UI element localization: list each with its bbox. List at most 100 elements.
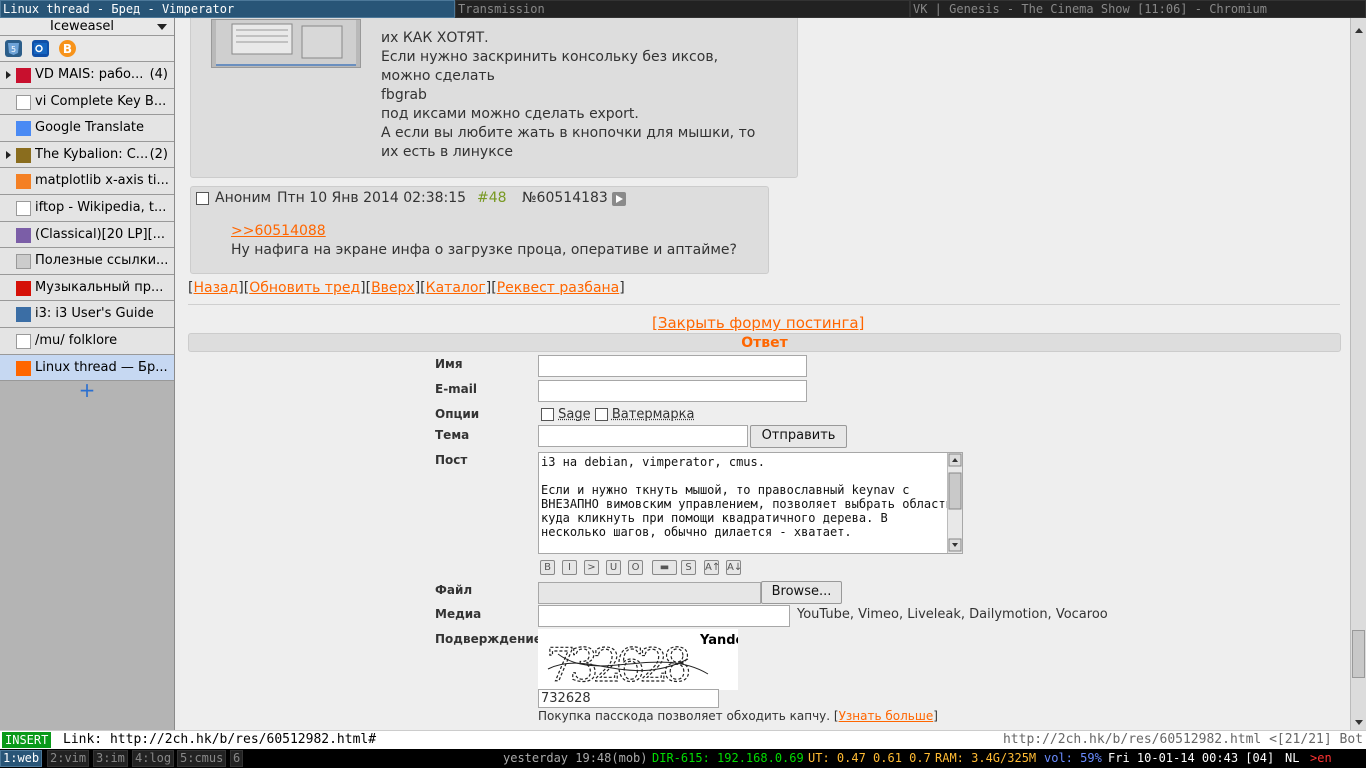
nav-up-link[interactable]: Вверх bbox=[371, 280, 415, 296]
options-row: Sage Ватермарка bbox=[541, 407, 694, 422]
email-input[interactable] bbox=[538, 380, 807, 402]
sidebar-tab-label: Google Translate bbox=[35, 120, 145, 136]
markup-button[interactable]: S bbox=[681, 560, 696, 575]
post-play-icon[interactable] bbox=[612, 192, 626, 206]
nav-request-link[interactable]: Реквест разбана bbox=[497, 280, 620, 296]
window-tab-transmission[interactable]: Transmission bbox=[455, 0, 910, 18]
sidebar-tab[interactable]: Linux thread — Бр... bbox=[0, 354, 174, 382]
command-line[interactable]: Link: http://2ch.hk/b/res/60512982.html# bbox=[63, 731, 376, 749]
passcode-bracket: ] bbox=[933, 709, 938, 723]
new-tab-plus-icon[interactable]: + bbox=[0, 380, 174, 401]
sidebar-toolbar: 5 B bbox=[0, 36, 174, 62]
markup-button[interactable]: A↓ bbox=[726, 560, 742, 575]
2ch-favicon bbox=[16, 360, 31, 376]
post-author: Аноним bbox=[215, 190, 272, 206]
markup-button[interactable]: A↑ bbox=[704, 560, 720, 575]
file-input[interactable] bbox=[538, 582, 761, 604]
workspace-button[interactable]: 5:cmus bbox=[177, 750, 227, 767]
media-input[interactable] bbox=[538, 605, 790, 627]
reply-link[interactable]: >>60514088 bbox=[231, 222, 326, 241]
captcha-input[interactable]: 732628 bbox=[538, 689, 719, 708]
sidebar-tab-label: Музыкальный пр... bbox=[35, 279, 164, 295]
sidebar-tab[interactable]: Google Translate bbox=[0, 115, 174, 142]
captcha-image[interactable]: 732628 Yandex bbox=[538, 629, 753, 693]
reply-header: Ответ bbox=[188, 333, 1341, 352]
tab-sidebar: Iceweasel 5 B VD MAIS: рабо... (4) vi Comp… bbox=[0, 18, 175, 730]
post-thumbnail[interactable] bbox=[211, 19, 361, 68]
workspace-button[interactable]: 4:log bbox=[132, 750, 175, 767]
page-content: их КАК ХОТЯТ. Если нужно заскринить конс… bbox=[176, 18, 1350, 730]
sidebar-tab[interactable]: Музыкальный пр... bbox=[0, 274, 174, 302]
options-label: Опции bbox=[435, 407, 480, 421]
sidebar-tab-label: vi Complete Key B... bbox=[35, 93, 167, 109]
sidebar-tab[interactable]: /mu/ folklore bbox=[0, 327, 174, 355]
outlook-icon[interactable] bbox=[32, 40, 49, 57]
scroll-thumb[interactable] bbox=[1352, 630, 1365, 678]
sidebar-tab-list: VD MAIS: рабо... (4) vi Complete Key B... G… bbox=[0, 62, 174, 382]
post-index[interactable]: #48 bbox=[477, 189, 507, 208]
status-block: UT: 0.47 0.61 0.7 bbox=[808, 751, 931, 765]
learn-more-link[interactable]: Узнать больше bbox=[839, 709, 934, 723]
window-tab-chromium[interactable]: VK | Genesis - The Cinema Show [11:06] -… bbox=[910, 0, 1366, 18]
name-input[interactable] bbox=[538, 355, 807, 377]
bitcoin-icon[interactable]: B bbox=[59, 40, 76, 57]
watermark-checkbox[interactable] bbox=[594, 408, 608, 421]
textarea-scrollbar[interactable] bbox=[947, 453, 962, 553]
post-number[interactable]: №60514183 bbox=[522, 189, 608, 208]
watermark-label: Ватермарка bbox=[611, 407, 695, 422]
workspace-button[interactable]: 2:vim bbox=[47, 750, 90, 767]
markup-button[interactable]: O bbox=[628, 560, 643, 575]
sage-label: Sage bbox=[558, 407, 591, 422]
workspace-button[interactable]: 3:im bbox=[93, 750, 128, 767]
dropdown-arrow-icon[interactable] bbox=[157, 24, 167, 30]
submit-button[interactable]: Отправить bbox=[750, 425, 847, 448]
workspace-button[interactable]: 1:web bbox=[0, 750, 43, 767]
kybalion-favicon bbox=[16, 147, 31, 163]
post-select-checkbox[interactable] bbox=[196, 192, 209, 205]
markup-button[interactable]: > bbox=[584, 560, 599, 575]
thread-nav: [Назад][Обновить тред][Вверх][Каталог][Р… bbox=[188, 280, 625, 296]
post-60514183: Аноним Птн 10 Янв 2014 02:38:15 #48 №605… bbox=[190, 186, 769, 274]
folk-favicon bbox=[16, 333, 31, 349]
window-tab-vimperator[interactable]: Linux thread - Бред - Vimperator bbox=[0, 0, 455, 18]
mais-favicon bbox=[16, 68, 31, 83]
nav-refresh-link[interactable]: Обновить тред bbox=[249, 280, 360, 296]
expand-twisty-icon[interactable] bbox=[6, 71, 11, 79]
sidebar-tab[interactable]: vi Complete Key B... bbox=[0, 88, 174, 116]
expand-twisty-icon[interactable] bbox=[6, 150, 11, 159]
sidebar-tab[interactable]: matplotlib x-axis ti... bbox=[0, 168, 174, 195]
vi-favicon bbox=[16, 94, 31, 110]
wikipedia-favicon bbox=[16, 200, 31, 216]
sidebar-title[interactable]: Iceweasel bbox=[0, 18, 174, 36]
markup-button[interactable]: U bbox=[606, 560, 621, 575]
nav-catalog-link[interactable]: Каталог bbox=[426, 280, 486, 296]
status-block: yesterday 19:48(mob) bbox=[503, 751, 648, 765]
sidebar-tab[interactable]: Полезные ссылки... bbox=[0, 248, 174, 275]
sidebar-tab[interactable]: VD MAIS: рабо... (4) bbox=[0, 62, 174, 89]
file-label: Файл bbox=[435, 583, 473, 597]
nav-back-link[interactable]: Назад bbox=[193, 280, 238, 296]
sidebar-tab[interactable]: (Classical)[20 LP][... bbox=[0, 221, 174, 249]
sidebar-tab[interactable]: The Kybalion: C... (2) bbox=[0, 141, 174, 169]
i3-bar: 1:web 2:vim 3:im 4:log 5:cmus 6 yesterday 19:… bbox=[0, 749, 1366, 768]
sidebar-tab[interactable]: iftop - Wikipedia, t... bbox=[0, 194, 174, 222]
sidebar-tab[interactable]: i3: i3 User's Guide bbox=[0, 301, 174, 328]
sage-checkbox[interactable] bbox=[541, 408, 554, 421]
page-scrollbar[interactable] bbox=[1350, 18, 1366, 730]
passcode-note: Покупка пасскода позволяет обходить капч… bbox=[538, 709, 938, 723]
subject-label: Тема bbox=[435, 428, 470, 442]
subject-input[interactable] bbox=[538, 425, 748, 447]
markup-button[interactable]: ▬ bbox=[652, 560, 677, 575]
html5-icon[interactable]: 5 bbox=[5, 40, 22, 57]
markup-button[interactable]: B bbox=[540, 560, 555, 575]
post-text-line: можно сделать bbox=[381, 68, 495, 84]
status-block: DIR-615: 192.168.0.69 bbox=[652, 751, 804, 765]
close-form-link[interactable]: [Закрыть форму постинга] bbox=[652, 314, 864, 332]
post-textarea[interactable] bbox=[538, 452, 963, 554]
post-text-line: под иксами можно сделать export. bbox=[381, 106, 639, 122]
scroll-up-icon[interactable] bbox=[1353, 21, 1365, 33]
browse-button[interactable]: Browse... bbox=[761, 581, 842, 604]
workspace-button[interactable]: 6 bbox=[230, 750, 244, 767]
markup-button[interactable]: I bbox=[562, 560, 577, 575]
scroll-down-icon[interactable] bbox=[1353, 714, 1365, 726]
